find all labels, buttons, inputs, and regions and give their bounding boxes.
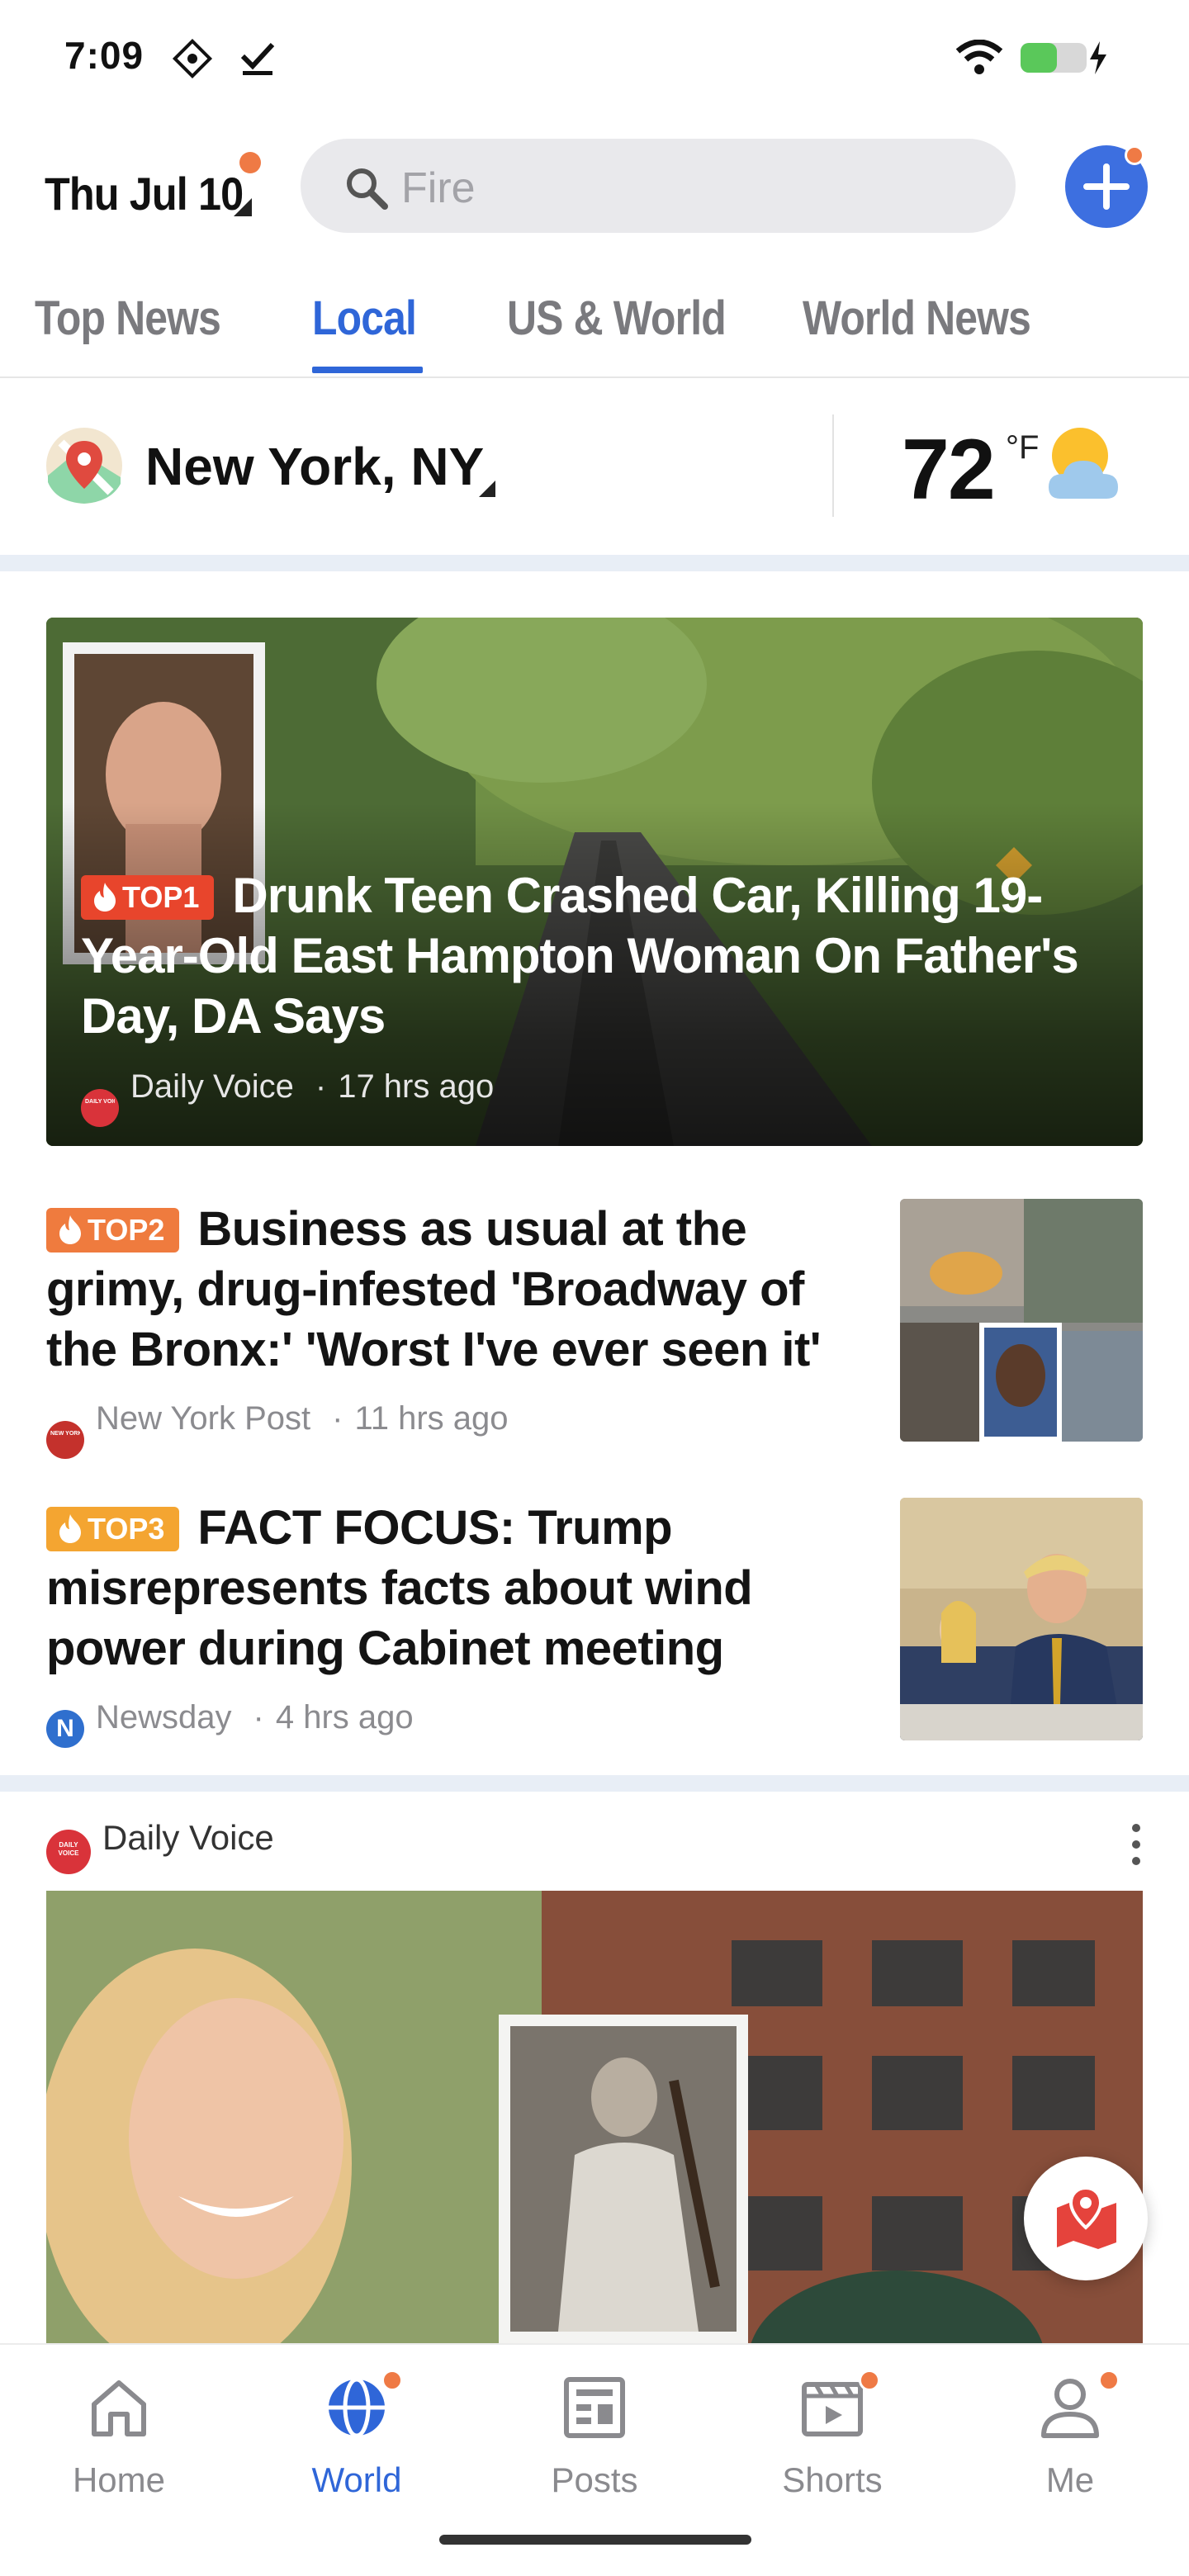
search-icon bbox=[347, 168, 388, 210]
diamond-app-icon bbox=[172, 38, 213, 79]
location-weather-row: New York, NY 72 °F bbox=[0, 388, 1189, 553]
active-tab-indicator bbox=[312, 367, 423, 373]
tab-top-news[interactable]: Top News bbox=[35, 291, 221, 346]
headline: TOP3 FACT FOCUS: Trump misrepresents fact… bbox=[46, 1498, 872, 1679]
rank-badge: TOP3 bbox=[46, 1507, 180, 1551]
notification-dot bbox=[239, 152, 261, 173]
nav-home[interactable]: Home bbox=[36, 2370, 201, 2510]
nav-posts[interactable]: Posts bbox=[512, 2370, 677, 2510]
headline: TOP2 Business as usual at the grimy, drug… bbox=[46, 1199, 872, 1380]
tab-world-news[interactable]: World News bbox=[803, 291, 1031, 346]
search-input[interactable]: Fire bbox=[301, 139, 1016, 233]
source-name[interactable]: Daily Voice bbox=[130, 1068, 294, 1105]
shorts-icon bbox=[802, 2382, 863, 2436]
post-source[interactable]: DAILY VOICE Daily Voice bbox=[46, 1818, 274, 1874]
timestamp: 17 hrs ago bbox=[338, 1068, 495, 1105]
rank-badge: TOP1 bbox=[81, 875, 215, 920]
partly-cloudy-icon bbox=[1049, 428, 1118, 499]
article-meta: N Newsday · 4 hrs ago bbox=[46, 1699, 414, 1748]
headline-text: Drunk Teen Crashed Car, Killing 19-Year-… bbox=[81, 868, 1079, 1044]
caret-icon bbox=[234, 198, 252, 216]
hero-news-card[interactable]: TOP1 Drunk Teen Crashed Car, Killing 19-Y… bbox=[46, 618, 1143, 1146]
location-name[interactable]: New York, NY bbox=[145, 436, 484, 497]
separator: · bbox=[332, 1400, 343, 1437]
news-list-item[interactable]: TOP3 FACT FOCUS: Trump misrepresents fact… bbox=[46, 1498, 1143, 1748]
temperature-unit: °F bbox=[1006, 429, 1040, 466]
section-divider bbox=[0, 1775, 1189, 1792]
map-location-icon bbox=[1057, 2185, 1116, 2249]
article-thumbnail bbox=[900, 1199, 1143, 1442]
article-meta: NEW YORK POST New York Post · 11 hrs ago bbox=[46, 1400, 509, 1459]
divider bbox=[832, 414, 834, 517]
timestamp: 4 hrs ago bbox=[275, 1699, 414, 1735]
notification-dot bbox=[1098, 2370, 1120, 2391]
section-divider bbox=[0, 555, 1189, 571]
article-meta: DAILY VOICE Daily Voice · 17 hrs ago bbox=[81, 1068, 494, 1127]
nav-label: Home bbox=[72, 2460, 166, 2499]
logo-text: NEW YORK POST bbox=[50, 1431, 80, 1437]
header: Thu Jul 10 Fire bbox=[0, 124, 1189, 248]
local-map-button[interactable] bbox=[1024, 2157, 1148, 2280]
wifi-icon bbox=[955, 40, 1003, 74]
status-time: 7:09 bbox=[64, 34, 144, 77]
source-name[interactable]: New York Post bbox=[96, 1400, 310, 1437]
tab-us-world[interactable]: US & World bbox=[507, 291, 727, 346]
nav-label: World bbox=[311, 2460, 402, 2499]
logo-text: DAILY VOICE bbox=[58, 1841, 79, 1857]
tab-local[interactable]: Local bbox=[312, 291, 417, 346]
nav-shorts[interactable]: Shorts bbox=[750, 2370, 915, 2510]
home-icon bbox=[92, 2380, 146, 2436]
home-indicator[interactable] bbox=[439, 2535, 751, 2545]
battery-icon bbox=[1021, 41, 1106, 74]
globe-icon bbox=[329, 2377, 385, 2438]
caret-icon bbox=[479, 481, 495, 497]
notification-dot bbox=[381, 2370, 403, 2391]
source-logo: DAILY VOICE bbox=[46, 1830, 91, 1874]
nav-label: Shorts bbox=[782, 2460, 883, 2499]
badge-label: TOP3 bbox=[88, 1512, 165, 1546]
nav-label: Me bbox=[1045, 2460, 1095, 2499]
tab-bar: Top News Local US & World World News bbox=[0, 281, 1189, 378]
nav-label: Posts bbox=[551, 2460, 638, 2499]
badge-label: TOP2 bbox=[88, 1213, 165, 1247]
status-bar: 7:09 bbox=[0, 0, 1189, 116]
nav-me[interactable]: Me bbox=[988, 2370, 1153, 2510]
timestamp: 11 hrs ago bbox=[354, 1400, 509, 1437]
source-name[interactable]: Newsday bbox=[96, 1699, 232, 1735]
source-logo: NEW YORK POST bbox=[46, 1421, 84, 1459]
source-name: Daily Voice bbox=[102, 1818, 274, 1857]
flame-icon bbox=[94, 883, 116, 912]
person-icon bbox=[1041, 2379, 1099, 2438]
notification-dot bbox=[1125, 145, 1144, 165]
article-thumbnail bbox=[900, 1498, 1143, 1740]
temperature-value[interactable]: 72 bbox=[902, 421, 996, 519]
map-pin-icon[interactable] bbox=[45, 426, 124, 505]
search-placeholder: Fire bbox=[401, 164, 476, 212]
source-logo: DAILY VOICE bbox=[81, 1089, 119, 1127]
post-image[interactable] bbox=[46, 1891, 1143, 2345]
news-list-item[interactable]: TOP2 Business as usual at the grimy, drug… bbox=[46, 1199, 1143, 1459]
source-logo: N bbox=[46, 1710, 84, 1748]
date-selector[interactable]: Thu Jul 10 bbox=[45, 167, 244, 220]
logo-text: DAILY VOICE bbox=[85, 1099, 115, 1105]
flame-icon bbox=[59, 1514, 81, 1543]
more-options-icon[interactable] bbox=[1128, 1821, 1144, 1868]
badge-label: TOP1 bbox=[122, 880, 200, 914]
posts-icon bbox=[564, 2377, 625, 2438]
nav-world[interactable]: World bbox=[274, 2370, 439, 2510]
separator: · bbox=[315, 1068, 327, 1105]
notification-dot bbox=[859, 2370, 880, 2391]
flame-icon bbox=[59, 1215, 81, 1244]
checkmark-icon bbox=[240, 42, 275, 75]
separator: · bbox=[253, 1699, 264, 1735]
hero-headline: TOP1 Drunk Teen Crashed Car, Killing 19-Y… bbox=[81, 865, 1113, 1046]
rank-badge: TOP2 bbox=[46, 1208, 180, 1252]
